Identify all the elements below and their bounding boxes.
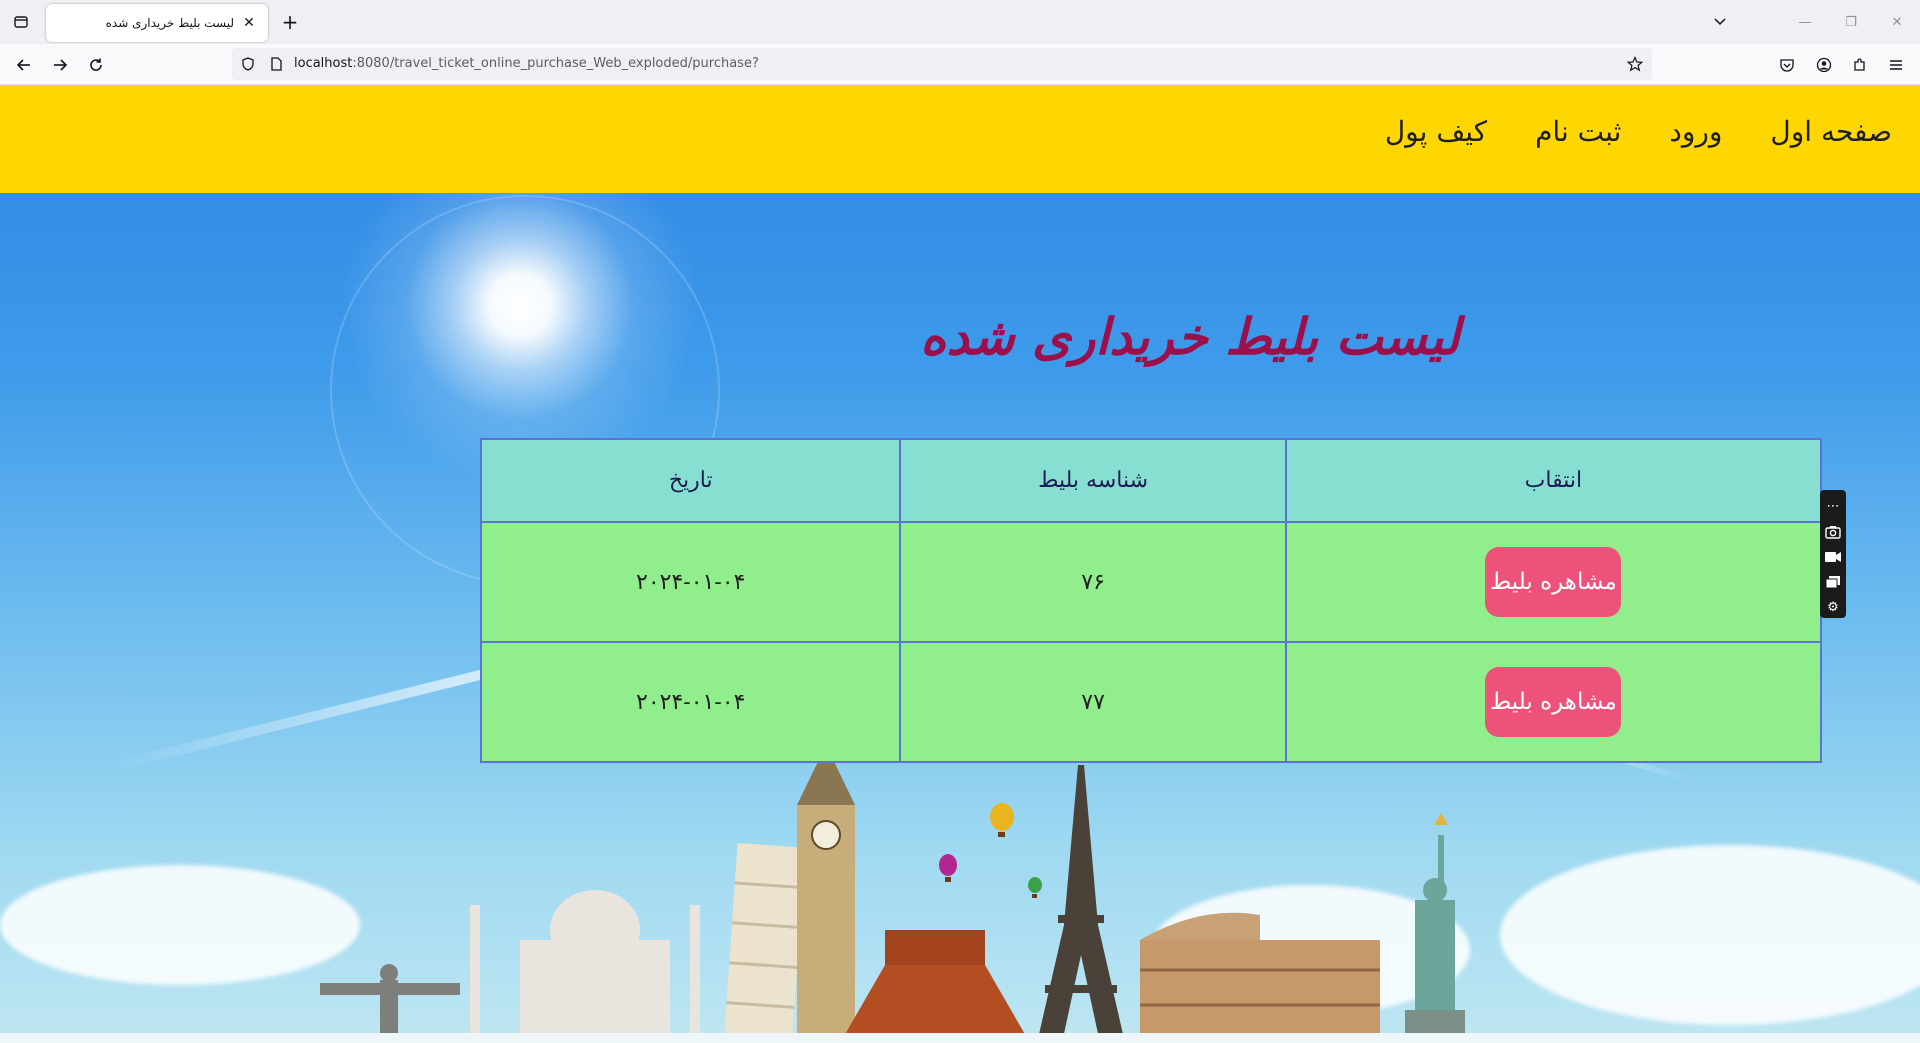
table-row: مشاهره بلیط ۷۶ ۲۰۲۴-۰۱-۰۴ — [479, 521, 1823, 643]
bookmark-star-icon[interactable] — [1626, 55, 1644, 73]
page-viewport: صفحه اول ورود ثبت نام کیف پول لیست بلیط … — [0, 85, 1920, 1043]
menu-item-wallet[interactable]: کیف پول — [1385, 115, 1487, 148]
camera-icon[interactable] — [1823, 521, 1843, 542]
reload-icon[interactable] — [81, 50, 111, 80]
chevron-down-icon[interactable] — [1709, 11, 1731, 33]
colosseum — [1140, 912, 1380, 1043]
eiffel-tower — [1037, 765, 1125, 1043]
back-arrow-icon[interactable] — [9, 50, 39, 80]
big-ben — [797, 745, 855, 1043]
cell-date: ۲۰۲۴-۰۱-۰۴ — [479, 641, 902, 763]
christ-redeemer-statue — [320, 964, 460, 1043]
close-window-icon[interactable]: ✕ — [1883, 8, 1911, 36]
column-header-select: انتقاب — [1284, 438, 1823, 523]
tab-list-icon[interactable] — [8, 9, 34, 35]
cell-select: مشاهره بلیط — [1284, 641, 1823, 763]
extensions-icon[interactable] — [1848, 53, 1872, 77]
column-header-date: تاریخ — [479, 438, 902, 523]
account-icon[interactable] — [1812, 53, 1836, 77]
menu-item-login[interactable]: ورود — [1669, 115, 1722, 148]
page-title: لیست بلیط خریداری شده — [920, 307, 1460, 366]
browser-nav-bar: localhost:8080/travel_ticket_online_purc… — [0, 44, 1920, 85]
taj-mahal — [470, 890, 700, 1043]
more-options-icon[interactable]: ⋯ — [1823, 496, 1843, 517]
table-header-row: انتقاب شناسه بلیط تاریخ — [479, 438, 1823, 523]
shield-icon[interactable] — [240, 56, 256, 72]
purchased-tickets-table: انتقاب شناسه بلیط تاریخ مشاهره بلیط ۷۶ ۲… — [479, 438, 1823, 763]
browser-tab-bar: لیست بلیط خریداری شده ✕ + — ❐ ✕ — [0, 0, 1920, 44]
page-bottom-strip — [0, 1033, 1920, 1043]
page-info-icon[interactable] — [268, 56, 284, 72]
menu-item-register[interactable]: ثبت نام — [1535, 115, 1621, 148]
settings-gear-icon[interactable]: ⚙ — [1823, 597, 1843, 618]
cell-select: مشاهره بلیط — [1284, 521, 1823, 643]
column-header-ticket-id: شناسه بلیط — [899, 438, 1287, 523]
forward-arrow-icon[interactable] — [45, 50, 75, 80]
close-tab-icon[interactable]: ✕ — [240, 14, 258, 32]
statue-of-liberty — [1405, 813, 1465, 1043]
tab-title: لیست بلیط خریداری شده — [105, 16, 234, 30]
pocket-icon[interactable] — [1775, 53, 1799, 77]
cell-date: ۲۰۲۴-۰۱-۰۴ — [479, 521, 902, 643]
cell-ticket-id: ۷۶ — [899, 521, 1287, 643]
desert-rock — [840, 930, 1030, 1043]
hot-air-balloons — [939, 803, 1042, 898]
world-landmarks-illustration — [320, 745, 1465, 1043]
menu-hamburger-icon[interactable] — [1884, 53, 1908, 77]
restore-icon[interactable]: ❐ — [1837, 8, 1865, 36]
table-row: مشاهره بلیط ۷۷ ۲۰۲۴-۰۱-۰۴ — [479, 641, 1823, 763]
cell-ticket-id: ۷۷ — [899, 641, 1287, 763]
view-ticket-button[interactable]: مشاهره بلیط — [1485, 667, 1622, 737]
site-header: صفحه اول ورود ثبت نام کیف پول — [0, 85, 1920, 193]
floating-capture-toolbar: ⋯ ⚙ — [1820, 490, 1846, 618]
video-camera-icon[interactable] — [1823, 546, 1843, 567]
menu-item-home[interactable]: صفحه اول — [1770, 115, 1892, 148]
url-host: localhost — [294, 56, 353, 71]
browser-tab-active[interactable]: لیست بلیط خریداری شده ✕ — [46, 4, 268, 42]
view-ticket-button[interactable]: مشاهره بلیط — [1485, 547, 1622, 617]
minimize-icon[interactable]: — — [1791, 8, 1819, 36]
screenshots-icon[interactable] — [1823, 572, 1843, 593]
pisa-tower — [723, 842, 806, 1043]
address-bar[interactable]: localhost:8080/travel_ticket_online_purc… — [232, 48, 1652, 80]
url-text[interactable]: localhost:8080/travel_ticket_online_purc… — [294, 56, 759, 71]
url-path: :8080/travel_ticket_online_purchase_Web_… — [352, 56, 759, 71]
main-menu: صفحه اول ورود ثبت نام کیف پول — [1385, 115, 1892, 148]
new-tab-icon[interactable]: + — [279, 10, 301, 34]
